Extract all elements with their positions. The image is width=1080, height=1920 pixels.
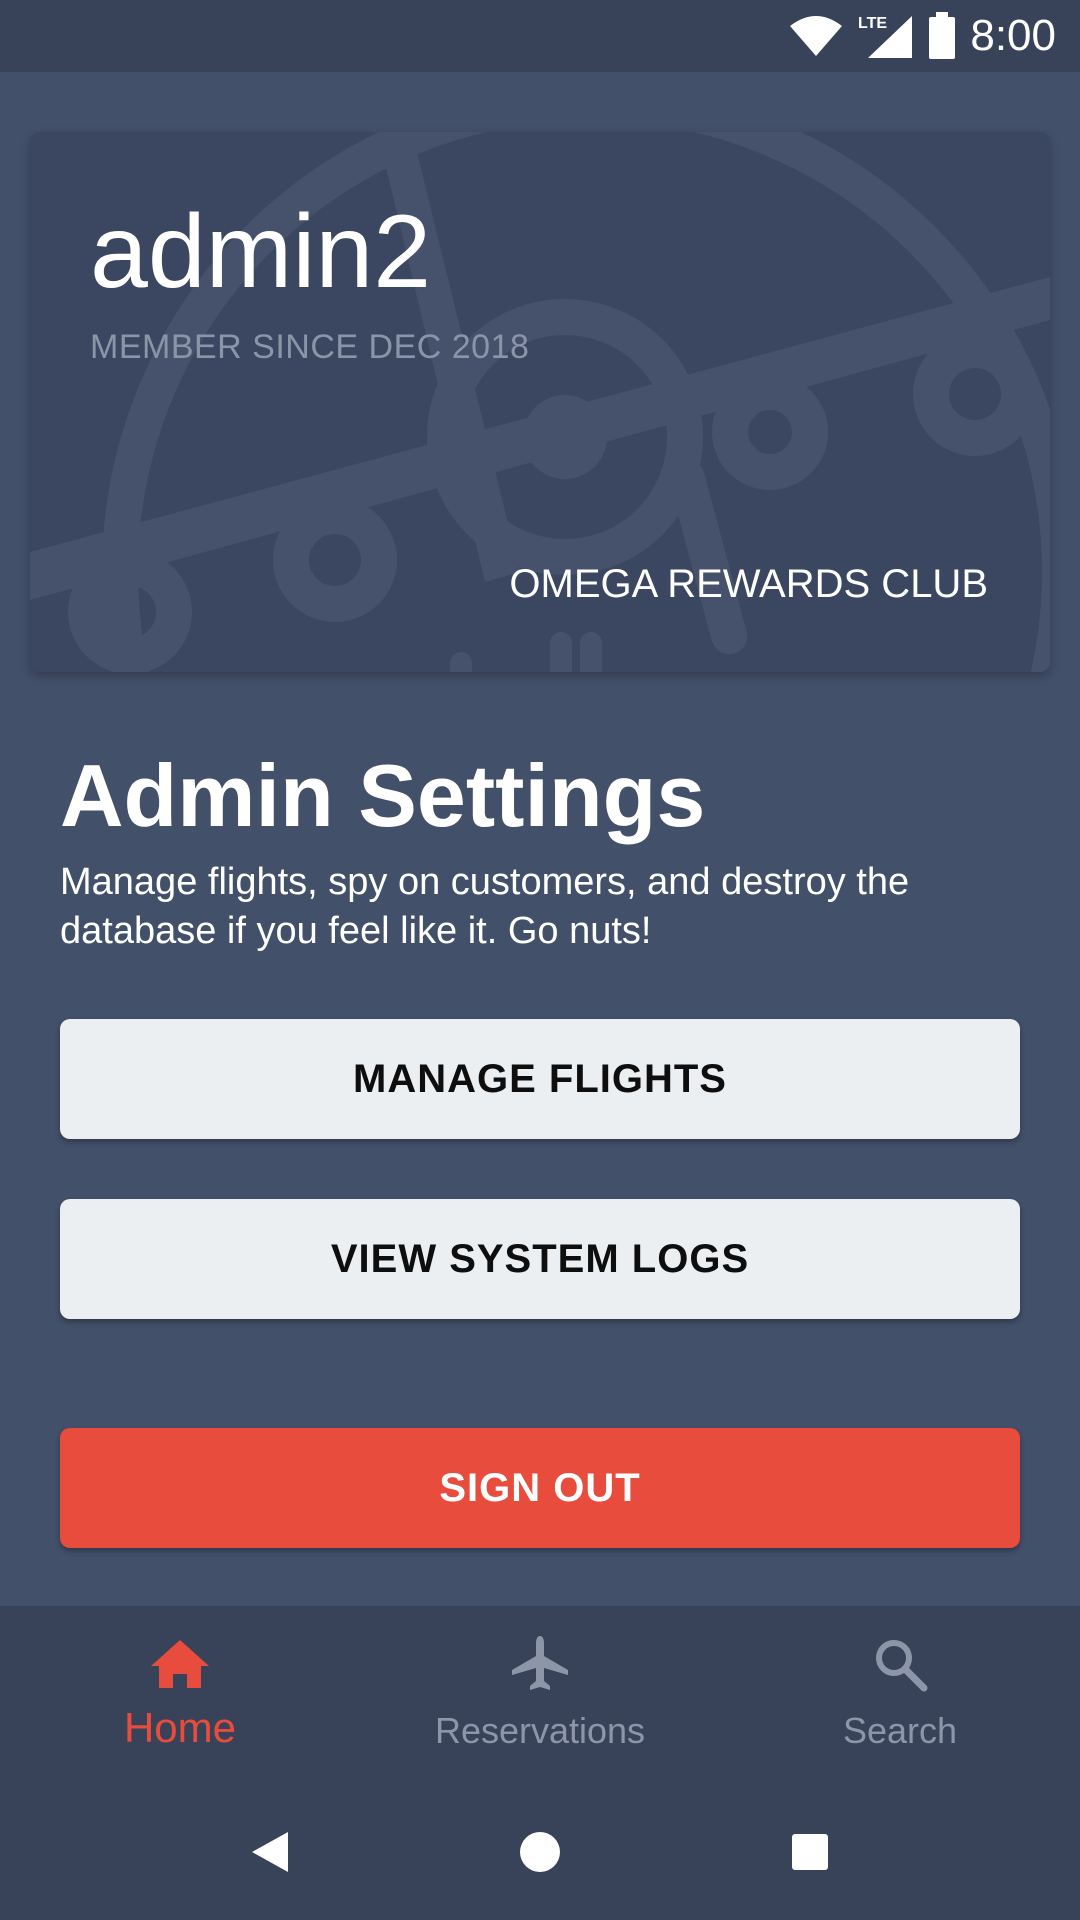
lte-signal-icon: LTE bbox=[858, 15, 913, 58]
status-icons: LTE 8:00 bbox=[788, 0, 1056, 72]
sign-out-label: SIGN OUT bbox=[439, 1465, 641, 1510]
search-icon bbox=[876, 1640, 928, 1692]
home-system-button[interactable] bbox=[510, 1822, 570, 1882]
nav-label-reservations: Reservations bbox=[434, 1710, 646, 1751]
nav-item-home[interactable]: Home bbox=[0, 1606, 360, 1782]
view-system-logs-label: VIEW SYSTEM LOGS bbox=[330, 1236, 750, 1281]
username: admin2 bbox=[90, 194, 432, 310]
page-description: Manage flights, spy on customers, and de… bbox=[60, 861, 910, 952]
manage-flights-label: MANAGE FLIGHTS bbox=[353, 1056, 727, 1101]
wifi-icon bbox=[790, 16, 843, 56]
status-bar: LTE 8:00 bbox=[0, 0, 1080, 72]
home-icon bbox=[151, 1640, 209, 1688]
recents-button[interactable] bbox=[780, 1822, 840, 1882]
nav-item-search[interactable]: Search bbox=[720, 1606, 1080, 1782]
view-system-logs-button[interactable]: VIEW SYSTEM LOGS bbox=[60, 1199, 1020, 1319]
member-card: admin2 MEMBER SINCE DEC 2018 OMEGA REWAR… bbox=[30, 132, 1050, 672]
nav-item-reservations[interactable]: Reservations bbox=[360, 1606, 720, 1782]
sign-out-button[interactable]: SIGN OUT bbox=[60, 1428, 1020, 1548]
lte-label: LTE bbox=[858, 15, 887, 32]
rewards-club-label: OMEGA REWARDS CLUB bbox=[509, 562, 988, 606]
home-circle-icon bbox=[520, 1832, 560, 1872]
nav-label-search: Search bbox=[842, 1710, 958, 1751]
airplane-icon bbox=[512, 1636, 568, 1690]
bottom-nav: Home Reservations Search bbox=[0, 1606, 1080, 1782]
manage-flights-button[interactable]: MANAGE FLIGHTS bbox=[60, 1019, 1020, 1139]
back-button[interactable] bbox=[240, 1822, 300, 1882]
member-since-label: MEMBER SINCE DEC 2018 bbox=[90, 328, 530, 366]
battery-icon bbox=[929, 12, 956, 59]
status-time: 8:00 bbox=[970, 11, 1056, 60]
page-title: Admin Settings bbox=[60, 746, 706, 845]
nav-label-home: Home bbox=[123, 1704, 237, 1751]
back-triangle-icon bbox=[252, 1832, 288, 1872]
system-nav-bar bbox=[0, 1782, 1080, 1920]
recents-square-icon bbox=[792, 1834, 828, 1870]
